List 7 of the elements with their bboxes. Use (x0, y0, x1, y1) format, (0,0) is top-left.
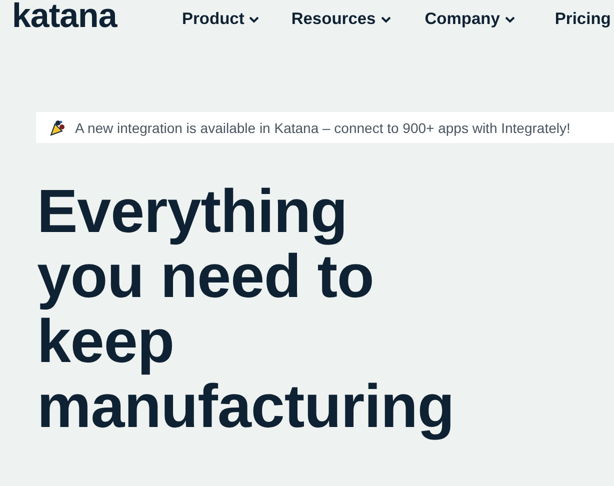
nav-link[interactable]: Company (424, 10, 515, 28)
nav-link[interactable]: Pricing (554, 10, 611, 28)
nav-link[interactable]: Product (182, 10, 260, 28)
logo[interactable]: katana (12, 0, 182, 33)
hero-headline: Everything you need to keep manufacturing (37, 179, 456, 439)
nav-link[interactable]: Resources (291, 10, 391, 28)
party-popper-icon (49, 118, 67, 136)
